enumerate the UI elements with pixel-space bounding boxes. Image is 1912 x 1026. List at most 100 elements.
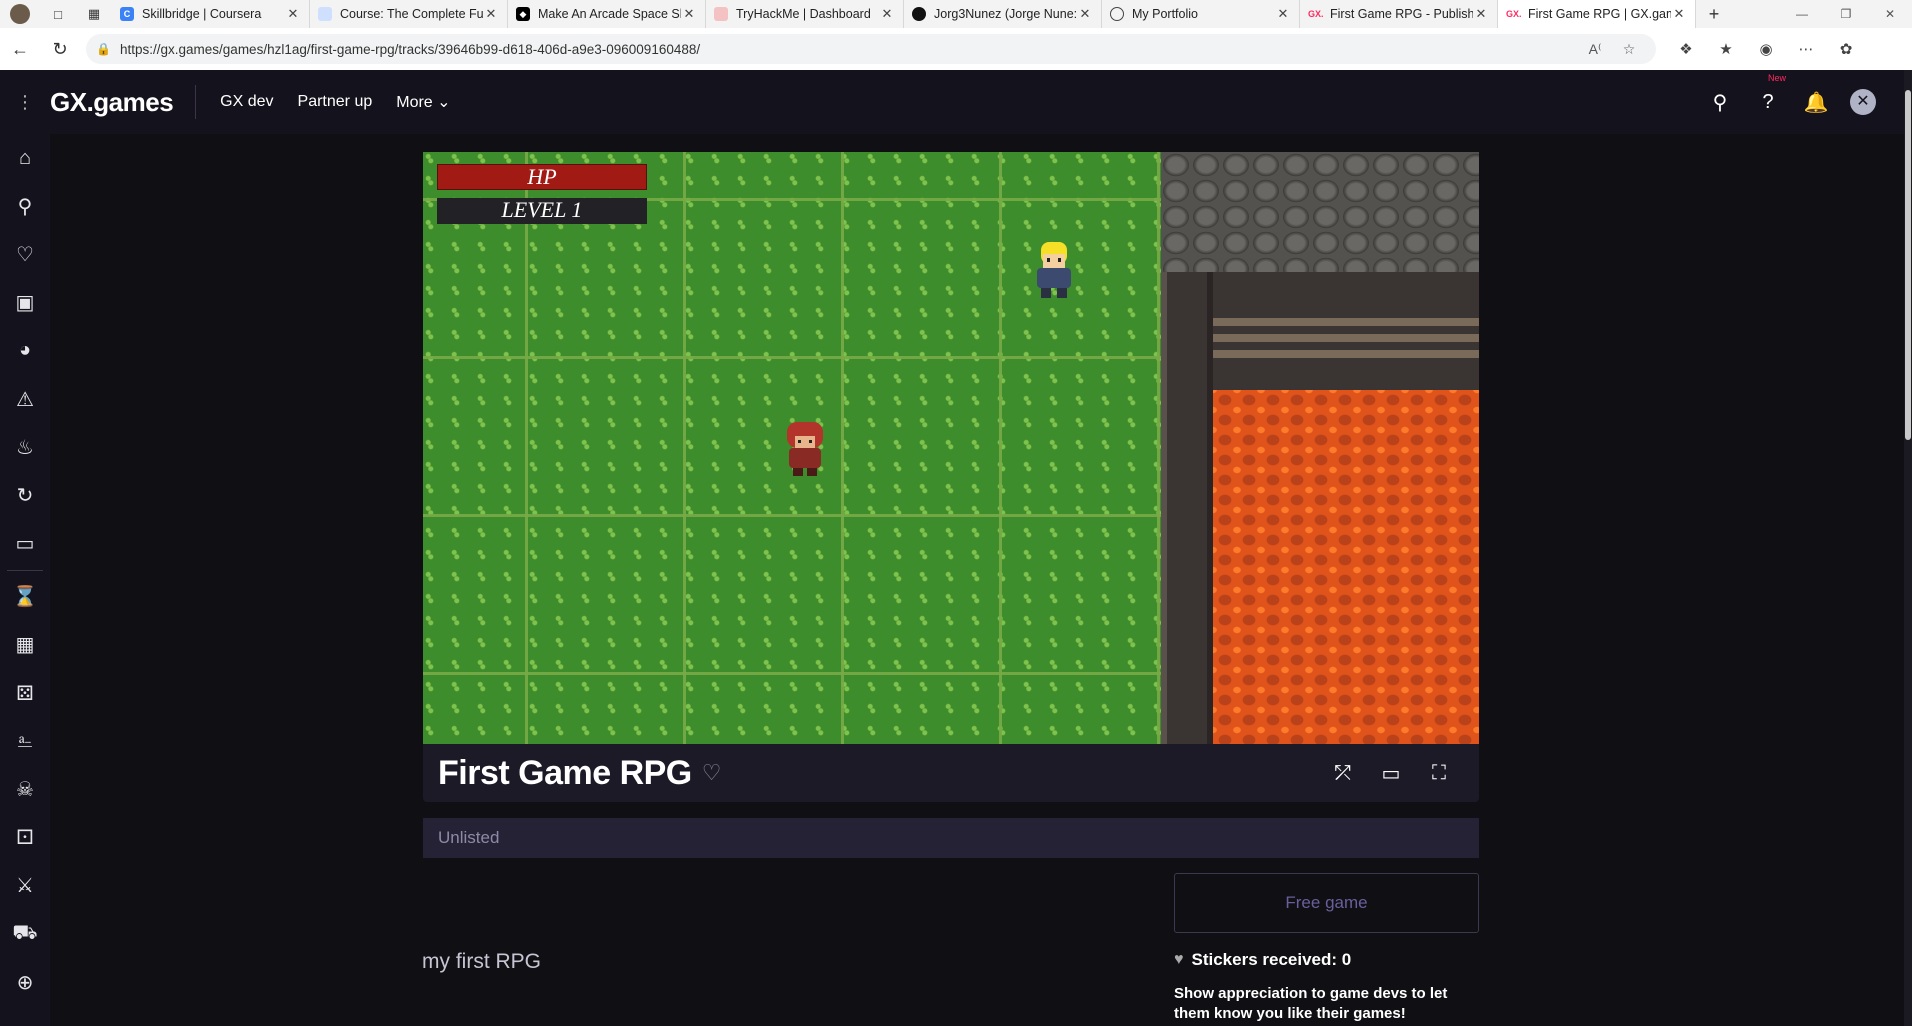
notifications-icon[interactable]: 🔔 [1792,90,1840,115]
tab-title: Skillbridge | Coursera [142,7,262,21]
user-avatar[interactable]: ✕ [1850,89,1876,115]
favorites-icon[interactable]: ★ [1706,40,1746,58]
close-icon[interactable]: ✕ [1077,6,1093,22]
game-canvas[interactable]: HP LEVEL 1 [423,152,1479,744]
read-aloud-icon[interactable]: A⁽ [1578,41,1612,58]
visibility-status: Unlisted [423,818,1479,858]
game-title-bar: First Game RPG ♡ ⤱ ▭ ⛶ [423,744,1479,802]
menu-icon[interactable]: ⋮ [0,92,50,113]
coursera-icon: C [120,7,134,21]
new-badge: New [1768,72,1787,83]
home-icon[interactable]: ⌂ [0,134,50,182]
site-logo[interactable]: GX.games [50,85,197,119]
favorite-star-icon[interactable]: ☆ [1612,41,1646,58]
tab-title: TryHackMe | Dashboard [736,7,871,21]
stickers-label: Stickers received: 0 [1191,950,1352,969]
tab-title: First Game RPG | GX.gam [1528,7,1671,21]
close-icon[interactable]: ✕ [681,6,697,22]
lock-icon: 🔒 [96,42,111,56]
tab-title: My Portfolio [1132,7,1198,21]
more-icon[interactable]: ⋯ [1786,40,1826,58]
extensions-icon[interactable]: ❖ [1666,40,1706,58]
hourglass-icon[interactable]: ⌛ [0,573,50,621]
browser-tab[interactable]: C Skillbridge | Coursera ✕ [112,0,310,28]
browser-tab[interactable]: My Portfolio ✕ [1102,0,1300,28]
stamp-icon[interactable]: ⎁ [0,717,50,765]
github-icon [912,7,926,21]
tab-title: Make An Arcade Space Sh [538,7,681,21]
new-tab-icon[interactable]: + [1696,4,1732,25]
restore-icon[interactable]: ❐ [1824,0,1868,28]
page-scrollbar[interactable] [1904,70,1912,1026]
heart-icon[interactable]: ♡ [702,760,722,786]
dice-icon[interactable]: ⚀ [0,814,50,862]
refresh-icon[interactable]: ↻ [40,28,80,70]
globe-icon [1110,7,1124,21]
hp-bar: HP [437,164,647,190]
tab-title: Jorg3Nunez (Jorge Nune: [934,7,1077,21]
discover-icon[interactable]: ◕ [0,327,50,375]
workspaces-icon[interactable]: □ [40,0,76,28]
close-window-icon[interactable]: ✕ [1868,0,1912,28]
browser-toolbar: ❖ ★ ◉ ⋯ ✿ [1666,40,1866,58]
nav-more[interactable]: More [396,92,450,112]
course-icon [318,7,332,21]
vertical-tabs-icon[interactable]: ▦ [76,0,112,28]
help-icon[interactable]: ? New [1744,73,1792,114]
browser-tab-active[interactable]: GX. First Game RPG | GX.gam ✕ [1498,0,1696,28]
browser-tab-bar: □ ▦ C Skillbridge | Coursera ✕ Course: The… [0,0,1912,28]
game-title: First Game RPG [438,753,692,792]
skull-icon[interactable]: ☠ [0,765,50,813]
browser-tab[interactable]: Course: The Complete Fu ✕ [310,0,508,28]
browser-tab[interactable]: ◆ Make An Arcade Space Sh ✕ [508,0,706,28]
fullscreen-icon[interactable]: ⛶ [1415,762,1463,785]
browser-tab[interactable]: TryHackMe | Dashboard ✕ [706,0,904,28]
store-icon[interactable]: ▣ [0,279,50,327]
close-icon[interactable]: ✕ [879,6,895,22]
theater-mode-icon[interactable]: ▭ [1367,761,1415,786]
close-icon[interactable]: ✕ [1473,6,1489,22]
scrollbar-thumb[interactable] [1905,90,1911,440]
favorites-heart-icon[interactable]: ♡ [0,230,50,278]
minimize-icon[interactable]: — [1780,0,1824,28]
puzzle-icon[interactable]: ⚄ [0,669,50,717]
address-bar: ← ↻ 🔒 https://gx.games/games/hzl1ag/firs… [0,28,1912,70]
browser-essentials-icon[interactable]: ◉ [1746,40,1786,58]
player-sprite [1037,242,1071,298]
car-icon[interactable]: ⛟ [0,910,50,958]
sword-icon[interactable]: ⚔ [0,862,50,910]
tryhackme-icon [714,7,728,21]
window-controls: — ❐ ✕ [1780,0,1912,28]
share-icon[interactable]: ⤱ [1319,762,1367,785]
stickers-received: ♥ Stickers received: 0 [1174,950,1351,970]
crosshair-icon[interactable]: ⊕ [0,958,50,1006]
gx-icon: GX. [1308,9,1324,19]
back-icon[interactable]: ← [0,28,40,70]
grid-icon[interactable]: ▦ [0,621,50,669]
alert-icon[interactable]: ⚠ [0,375,50,423]
free-game-button[interactable]: Free game [1174,873,1479,933]
nav-partner-up[interactable]: Partner up [298,93,373,111]
stone-ledge [1213,272,1479,390]
refresh-games-icon[interactable]: ↻ [0,471,50,519]
cards-icon[interactable]: ▭ [0,520,50,568]
url-field[interactable]: 🔒 https://gx.games/games/hzl1ag/first-ga… [86,34,1656,64]
copilot-icon[interactable]: ✿ [1826,40,1866,58]
search-icon[interactable]: ⚲ [1696,90,1744,115]
gx-site: ⋮ GX.games GX dev Partner up More ⚲ ?New… [0,70,1912,1026]
close-icon[interactable]: ✕ [285,6,301,22]
stone-wall [1161,152,1479,272]
nav-gx-dev[interactable]: GX dev [220,93,273,111]
close-icon[interactable]: ✕ [1275,6,1291,22]
site-header: ⋮ GX.games GX dev Partner up More ⚲ ?New… [0,70,1904,134]
browser-tab[interactable]: Jorg3Nunez (Jorge Nune: ✕ [904,0,1102,28]
trending-fire-icon[interactable]: ♨ [0,423,50,471]
url-text: https://gx.games/games/hzl1ag/first-game… [120,41,701,57]
game-description: my first RPG [422,950,541,973]
profile-button[interactable] [0,0,40,28]
browser-tab[interactable]: GX. First Game RPG - Publish ✕ [1300,0,1498,28]
close-icon[interactable]: ✕ [1671,6,1687,22]
lava-pool [1213,390,1479,744]
search-icon[interactable]: ⚲ [0,182,50,230]
close-icon[interactable]: ✕ [483,6,499,22]
